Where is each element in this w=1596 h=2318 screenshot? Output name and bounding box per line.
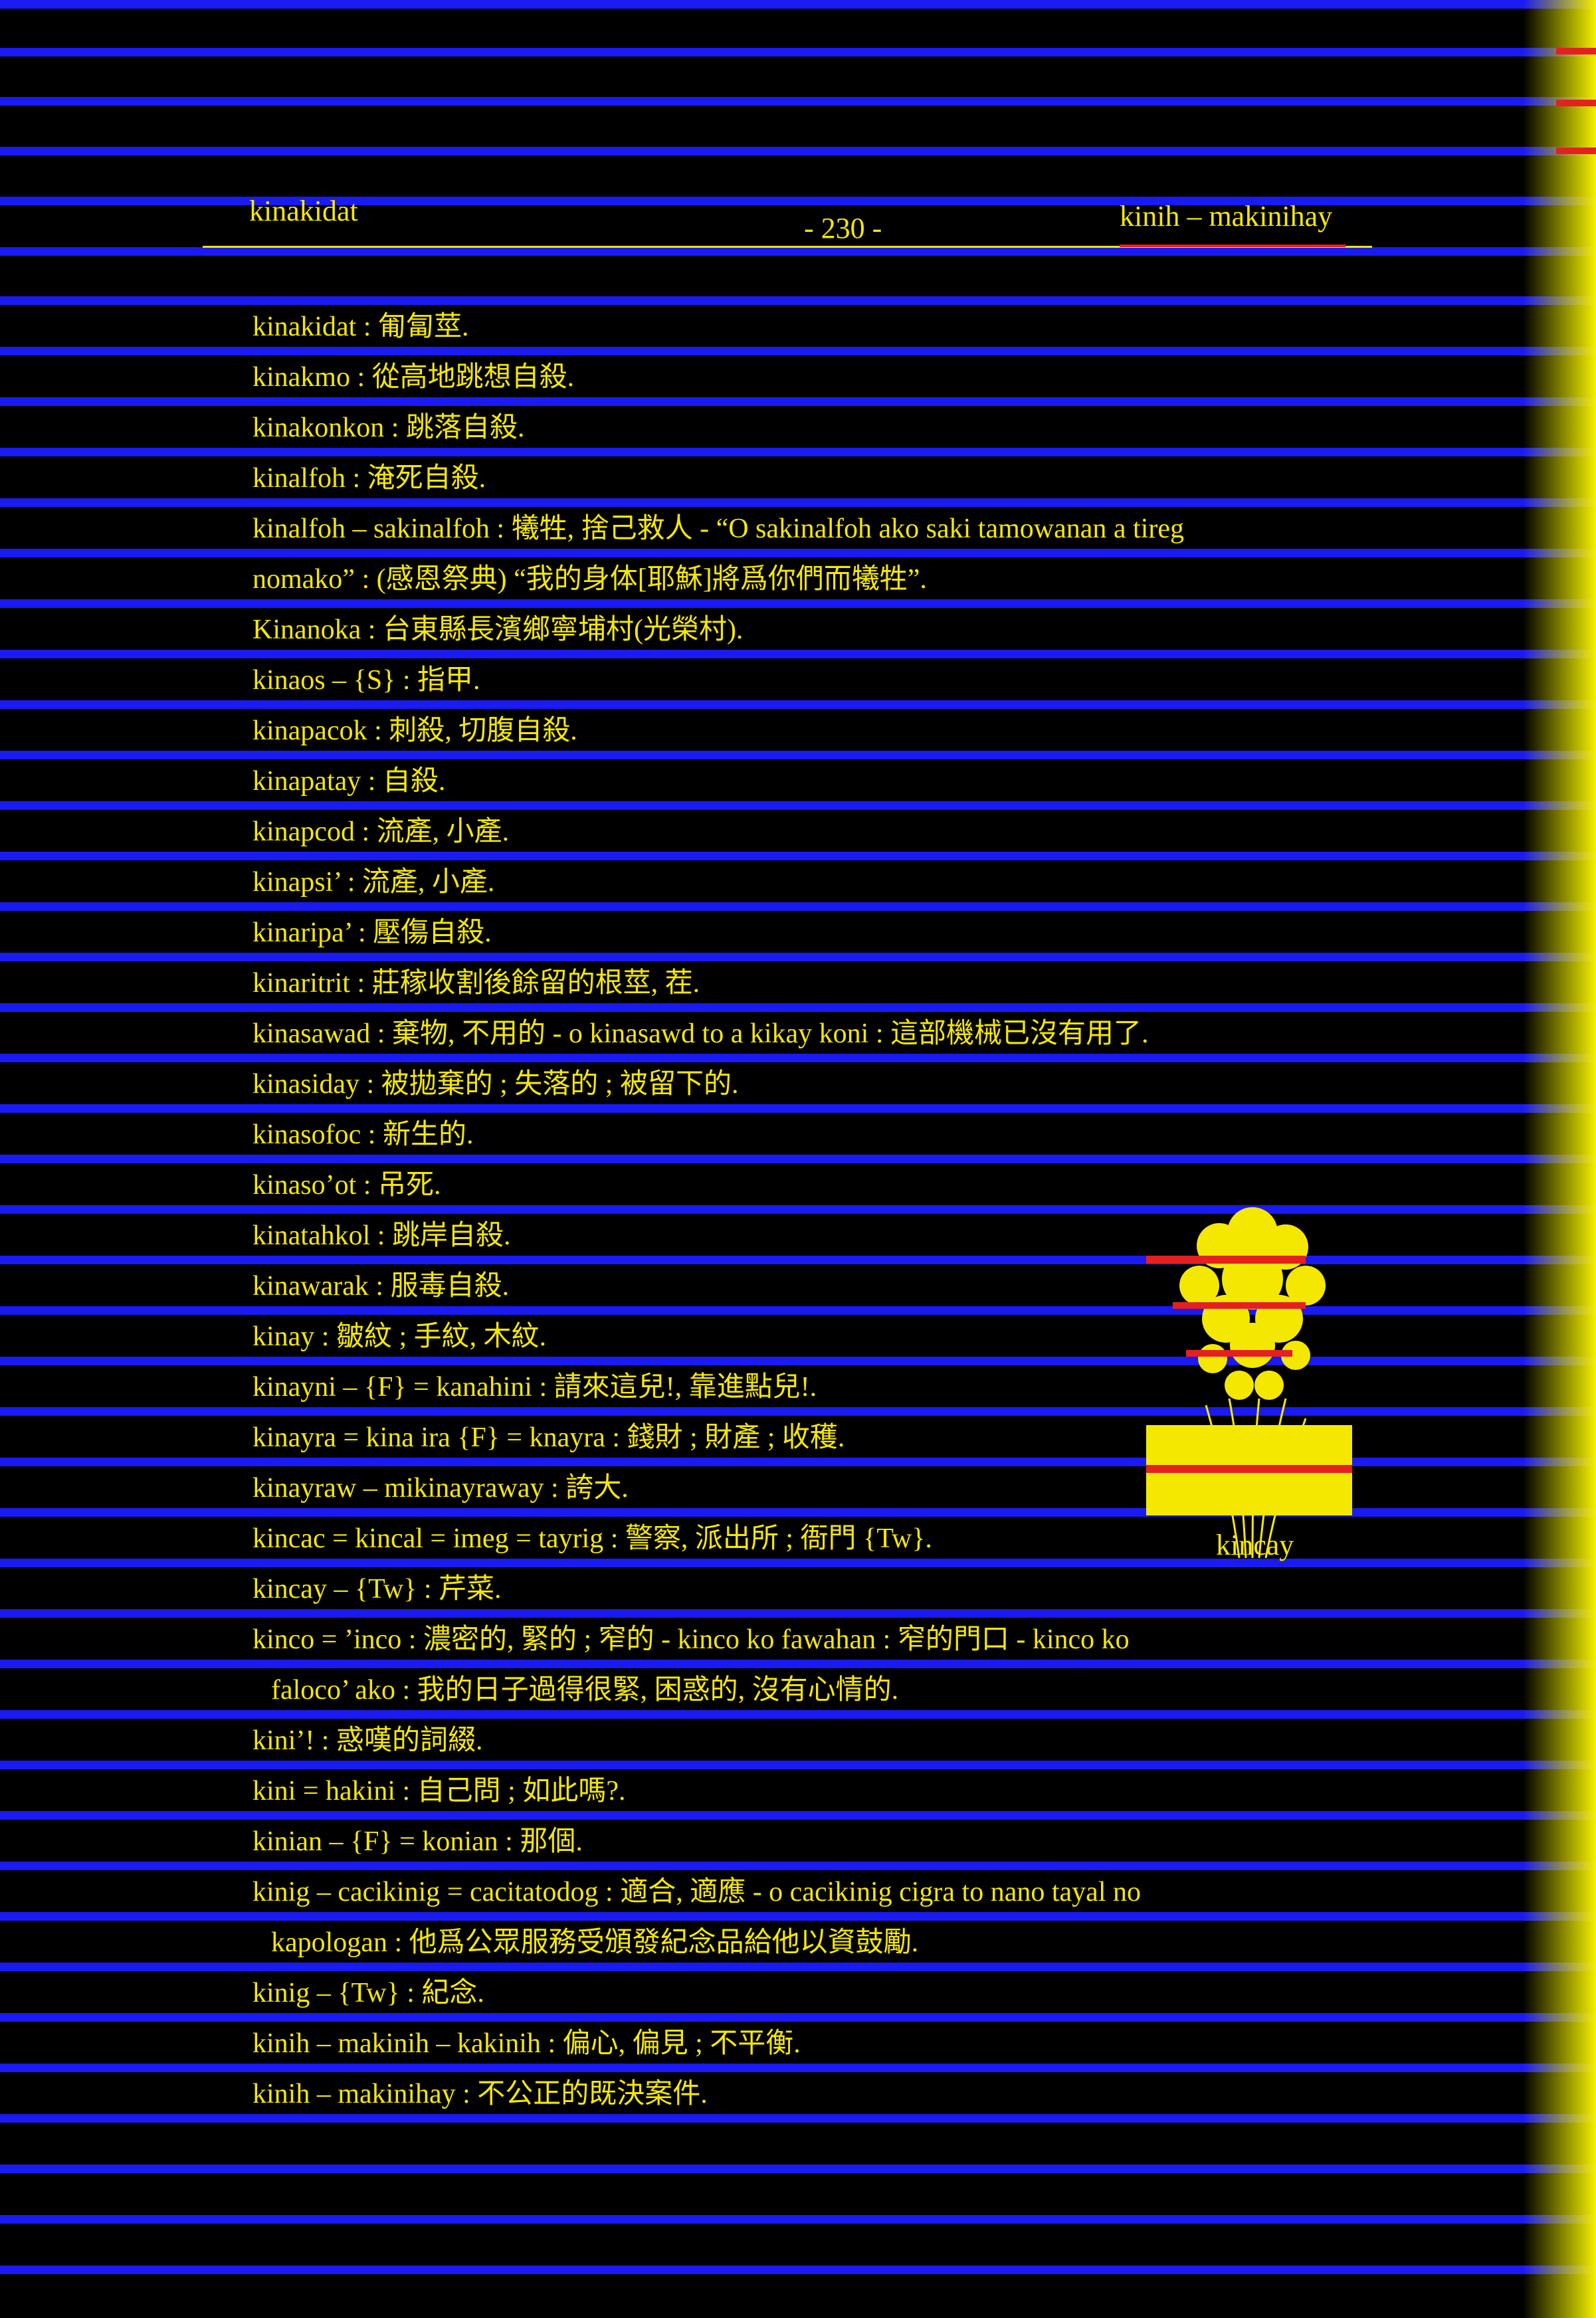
dictionary-entry: kini’! : 惑嘆的詞綴. [252,1725,483,1756]
dictionary-entry: kinih – makinihay : 不公正的既決案件. [252,2079,708,2109]
ruling-line [0,97,1596,106]
dictionary-entry: kinapacok : 刺殺, 切腹自殺. [252,716,577,746]
dictionary-entry: kini = hakini : 自己問 ; 如此嗎?. [252,1776,626,1806]
page-header: kinakidat - 230 - kinih – makinihay [203,191,1372,264]
edge-mark [1556,147,1596,154]
dictionary-entry: kinco = ’inco : 濃密的, 緊的 ; 窄的 - kinco ko … [252,1624,1130,1655]
dictionary-entry: Kinanoka : 台東縣長濱鄉寧埔村(光榮村). [252,615,744,645]
dictionary-entry-continuation: faloco’ ako : 我的日子過得很緊, 困惑的, 沒有心情的. [271,1675,899,1705]
figure-caption: kincay [1216,1529,1294,1561]
ground-block [1146,1425,1352,1465]
celery-illustration [1146,1207,1352,1559]
ruling-line [0,2215,1596,2224]
dictionary-entry: kinaripa’ : 壓傷自殺. [252,918,492,948]
edge-mark [1556,100,1596,106]
page-number: - 230 - [804,212,882,244]
dictionary-entry-continuation: nomako” : (感恩祭典) “我的身体[耶穌]將爲你們而犧牲”. [252,564,927,595]
edge-mark [1556,48,1596,54]
scanned-dictionary-page: kinakidat - 230 - kinih – makinihay kina… [0,0,1596,2318]
header-last-entry: kinih – makinihay [1120,200,1333,233]
ruling-line [0,147,1596,155]
ruling-line [0,2165,1596,2173]
header-first-entry: kinakidat [249,195,358,227]
dictionary-entry: kinaos – {S} : 指甲. [252,665,480,696]
dictionary-entry: kinig – cacikinig = cacitatodog : 適合, 適應… [252,1877,1141,1907]
dictionary-entry: kinalfoh : 淹死自殺. [252,463,486,494]
dictionary-entry: kinasofoc : 新生的. [252,1119,474,1150]
dictionary-entry-continuation: kapologan : 他爲公眾服務受頒發紀念品給他以資鼓勵. [271,1927,919,1958]
ruling-line [0,0,1596,9]
dictionary-entry: kinapsi’ : 流產, 小產. [252,867,495,898]
dictionary-entry: kinakmo : 從高地跳想自殺. [252,362,575,393]
ruling-line [0,2266,1596,2274]
ruling-line [0,48,1596,56]
dictionary-entry: kinih – makinih – kakinih : 偏心, 偏見 ; 不平衡… [252,2028,801,2059]
dictionary-entry: kinian – {F} = konian : 那個. [252,1826,583,1857]
ground-block [1146,1473,1352,1515]
header-rule-mark [1120,244,1346,247]
dictionary-entry: kinasiday : 被拋棄的 ; 失落的 ; 被留下的. [252,1069,739,1100]
dictionary-entry: kinasawad : 棄物, 不用的 - o kinasawd to a ki… [252,1018,1149,1049]
dictionary-entry: kinaritrit : 莊稼收割後餘留的根莖, 茬. [252,968,700,999]
dictionary-entry: kinakonkon : 跳落自殺. [252,413,525,443]
ground-band [1146,1465,1352,1473]
dictionary-entry: kinig – {Tw} : 紀念. [252,1978,484,2008]
scan-edge-shadow [1523,0,1596,2318]
dictionary-entry: kinapcod : 流產, 小產. [252,817,510,847]
dictionary-entry: kinakidat : 匍匐莖. [252,312,469,342]
dictionary-entry: kinalfoh – sakinalfoh : 犧牲, 捨己救人 - “O sa… [252,514,1184,544]
dictionary-entry: kinapatay : 自殺. [252,766,446,797]
